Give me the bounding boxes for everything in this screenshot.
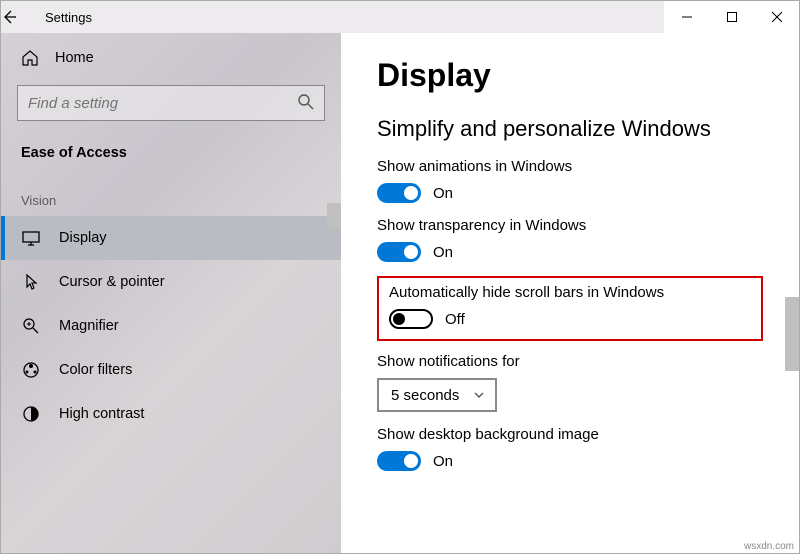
chevron-down-icon (473, 389, 485, 401)
search-input[interactable] (17, 85, 325, 121)
category-header: Ease of Access (1, 135, 341, 179)
titlebar: Settings (1, 1, 799, 33)
setting-transparency: Show transparency in Windows On (377, 217, 763, 262)
sidebar-item-label: Magnifier (59, 318, 119, 334)
toggle-state: On (433, 244, 453, 261)
sidebar-item-label: Color filters (59, 362, 132, 378)
toggle-desktop-bg[interactable] (377, 451, 421, 471)
search-box[interactable] (17, 85, 325, 121)
cursor-icon (21, 272, 41, 292)
toggle-hide-scrollbars[interactable] (389, 309, 433, 329)
main-panel: Display Simplify and personalize Windows… (341, 33, 799, 553)
sidebar: Home Ease of Access Vision Display Curso… (1, 33, 341, 553)
close-button[interactable] (754, 1, 799, 33)
scrollbar-thumb[interactable] (785, 297, 799, 371)
setting-label: Show animations in Windows (377, 158, 763, 175)
group-label-vision: Vision (1, 179, 341, 216)
minimize-icon (681, 11, 693, 23)
sidebar-item-magnifier[interactable]: Magnifier (1, 304, 341, 348)
setting-notifications: Show notifications for 5 seconds (377, 353, 763, 412)
home-label: Home (55, 50, 94, 66)
high-contrast-icon (21, 404, 41, 424)
setting-label: Show notifications for (377, 353, 763, 370)
search-icon (297, 93, 315, 111)
notifications-dropdown[interactable]: 5 seconds (377, 378, 497, 412)
watermark: wsxdn.com (744, 541, 794, 552)
sidebar-item-high-contrast[interactable]: High contrast (1, 392, 341, 436)
sidebar-item-color-filters[interactable]: Color filters (1, 348, 341, 392)
back-button[interactable] (1, 9, 45, 25)
minimize-button[interactable] (664, 1, 709, 33)
toggle-state: Off (445, 311, 465, 328)
close-icon (771, 11, 783, 23)
sidebar-item-label: High contrast (59, 406, 144, 422)
setting-label: Automatically hide scroll bars in Window… (389, 284, 751, 301)
maximize-button[interactable] (709, 1, 754, 33)
sidebar-item-label: Cursor & pointer (59, 274, 165, 290)
setting-desktop-bg: Show desktop background image On (377, 426, 763, 471)
sidebar-item-display[interactable]: Display (1, 216, 341, 260)
page-title: Display (377, 57, 763, 94)
sidebar-item-cursor[interactable]: Cursor & pointer (1, 260, 341, 304)
app-title: Settings (45, 10, 92, 25)
setting-label: Show desktop background image (377, 426, 763, 443)
maximize-icon (726, 11, 738, 23)
home-icon (21, 49, 39, 67)
setting-animations: Show animations in Windows On (377, 158, 763, 203)
setting-hide-scrollbars-highlight: Automatically hide scroll bars in Window… (377, 276, 763, 341)
home-nav[interactable]: Home (1, 39, 341, 77)
dropdown-value: 5 seconds (391, 387, 459, 404)
setting-label: Show transparency in Windows (377, 217, 763, 234)
arrow-left-icon (1, 9, 17, 25)
section-title: Simplify and personalize Windows (377, 116, 763, 142)
toggle-state: On (433, 453, 453, 470)
color-filters-icon (21, 360, 41, 380)
magnifier-icon (21, 316, 41, 336)
toggle-transparency[interactable] (377, 242, 421, 262)
sidebar-item-label: Display (59, 230, 107, 246)
display-icon (21, 228, 41, 248)
toggle-state: On (433, 185, 453, 202)
toggle-animations[interactable] (377, 183, 421, 203)
